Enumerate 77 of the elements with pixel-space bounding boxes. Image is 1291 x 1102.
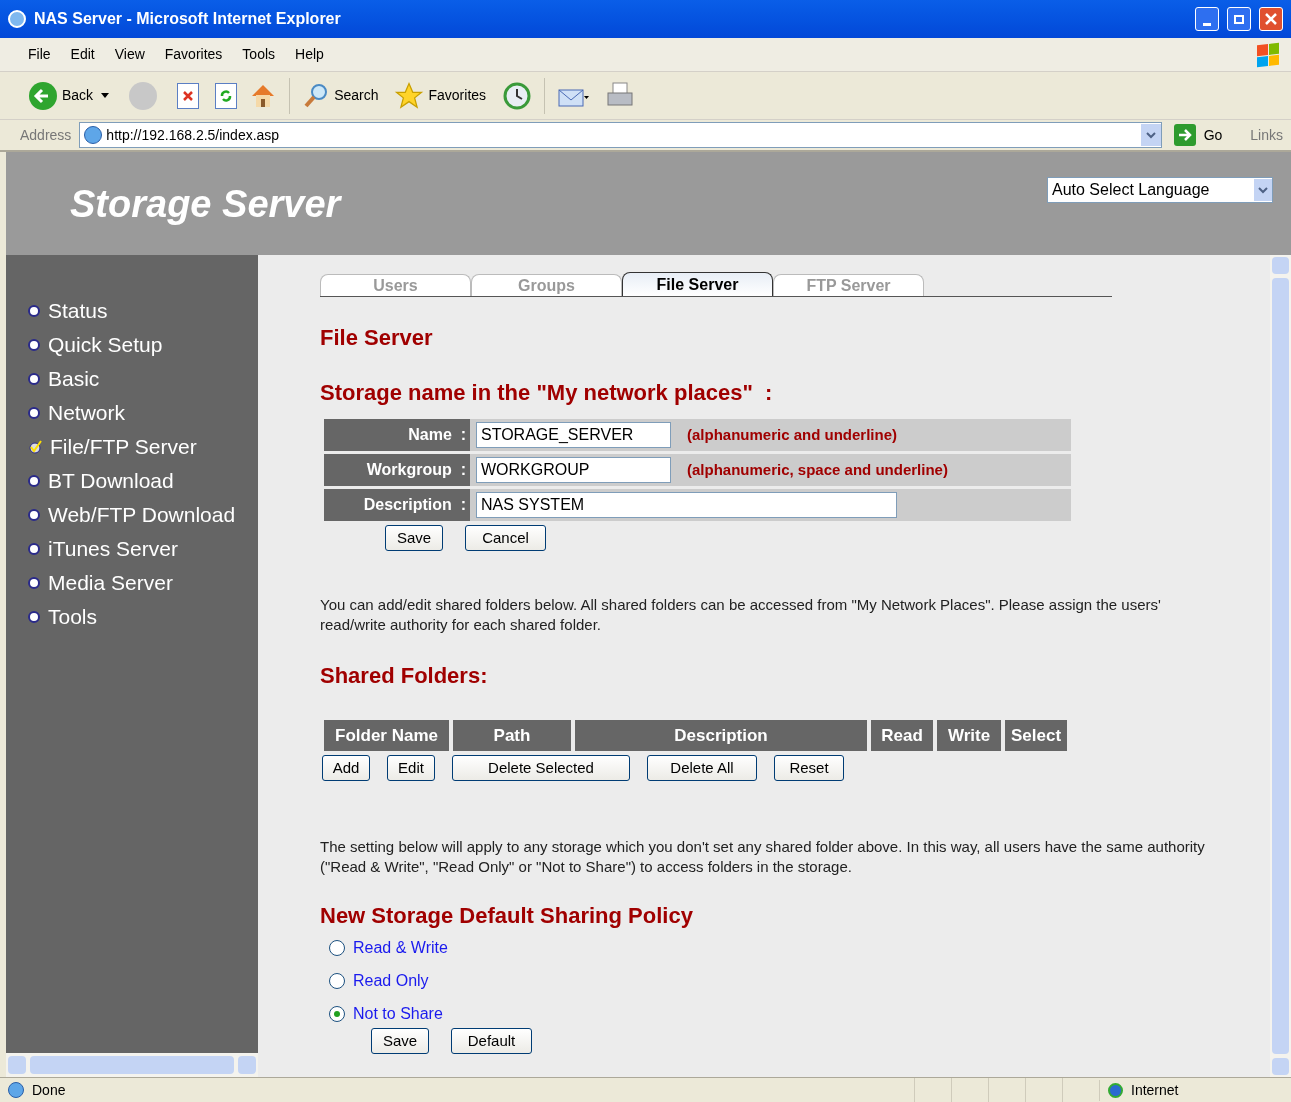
field-hint: (alphanumeric, space and underline) xyxy=(687,459,948,480)
address-label: Address xyxy=(20,125,72,145)
tab[interactable]: File Server xyxy=(622,272,773,296)
column-header: Folder Name xyxy=(324,720,449,751)
column-header: Read xyxy=(871,720,933,751)
language-select[interactable]: Auto Select Language xyxy=(1047,177,1273,203)
search-button[interactable]: Search xyxy=(302,81,379,110)
menu-item[interactable]: Tools xyxy=(242,44,276,65)
table-button[interactable]: Delete All xyxy=(647,755,757,781)
menu-item[interactable]: Edit xyxy=(70,44,95,65)
sidebar-item[interactable]: File/FTP Server xyxy=(28,433,258,461)
menu-item[interactable]: Favorites xyxy=(164,44,223,65)
table-button[interactable]: Delete Selected xyxy=(452,755,630,781)
form-button[interactable]: Save xyxy=(385,525,443,551)
text-field[interactable]: STORAGE_SERVER xyxy=(476,422,671,448)
field-label: Description : xyxy=(324,489,470,521)
window-title: NAS Server - Microsoft Internet Explorer xyxy=(34,9,342,29)
text-field[interactable]: NAS SYSTEM xyxy=(476,492,897,518)
column-header: Path xyxy=(453,720,571,751)
restore-button[interactable] xyxy=(1227,7,1251,31)
menu-item[interactable]: File xyxy=(28,44,51,65)
history-icon[interactable] xyxy=(502,80,533,111)
policy-button[interactable]: Default xyxy=(451,1028,532,1054)
globe-icon xyxy=(1108,1082,1123,1098)
radio-button[interactable] xyxy=(329,1006,345,1022)
status-text: Done xyxy=(32,1080,67,1100)
links-button[interactable]: Links xyxy=(1250,124,1283,146)
sidebar-item[interactable]: Basic xyxy=(28,365,258,393)
table-button[interactable]: Reset xyxy=(774,755,844,781)
radio-button[interactable] xyxy=(329,940,345,956)
section-heading: Shared Folders: xyxy=(320,662,489,690)
column-header: Write xyxy=(937,720,1001,751)
page-heading: File Server xyxy=(320,324,434,352)
sidebar-item[interactable]: Tools xyxy=(28,603,258,631)
policy-button[interactable]: Save xyxy=(371,1028,429,1054)
shared-folders-description: You can add/edit shared folders below. All shared folders can be accessed from "My Network Places". Please assign the users' read/write authority for each shared folder. xyxy=(320,595,1162,635)
site-title: Storage Server xyxy=(70,182,341,227)
star-icon xyxy=(394,80,425,111)
stop-icon[interactable] xyxy=(177,82,200,109)
field-label: Name : xyxy=(324,419,470,451)
section-heading: Storage name in the "My network places" : xyxy=(320,379,774,407)
text-field[interactable]: WORKGROUP xyxy=(476,457,671,483)
table-button[interactable]: Add xyxy=(322,755,370,781)
go-button[interactable]: Go xyxy=(1173,124,1223,146)
column-header: Description xyxy=(575,720,867,751)
sidebar-item[interactable]: BT Download xyxy=(28,467,258,495)
form-button[interactable]: Cancel xyxy=(465,525,546,551)
refresh-icon[interactable] xyxy=(215,82,238,109)
column-header: Select xyxy=(1005,720,1067,751)
radio-option[interactable]: Read & Write xyxy=(329,936,1254,960)
radio-option[interactable]: Read Only xyxy=(329,969,1254,993)
radio-button[interactable] xyxy=(329,973,345,989)
horizontal-scrollbar[interactable] xyxy=(6,1053,258,1077)
policy-description: The setting below will apply to any storage which you don't set any shared folder above. In this way, all users have the same authority ("Read & Write", "Read Only" or "Not to Share") to access folders in the storage. xyxy=(320,837,1206,877)
table-button[interactable]: Edit xyxy=(387,755,435,781)
vertical-scrollbar[interactable] xyxy=(1270,255,1291,1077)
favorites-button[interactable]: Favorites xyxy=(394,80,487,111)
minimize-button[interactable] xyxy=(1195,7,1219,31)
sidebar-item[interactable]: Quick Setup xyxy=(28,331,258,359)
menu-item[interactable]: View xyxy=(114,44,145,65)
zone-text: Internet xyxy=(1131,1080,1179,1100)
address-field[interactable]: http://192.168.2.5/index.asp xyxy=(79,122,1162,148)
sidebar-item[interactable]: Status xyxy=(28,297,258,325)
caret-icon xyxy=(101,93,110,98)
menu-item[interactable]: Help xyxy=(295,44,324,65)
field-label: Workgroup : xyxy=(324,454,470,486)
close-icon xyxy=(1264,12,1278,26)
sidebar-item[interactable]: iTunes Server xyxy=(28,535,258,563)
back-button[interactable]: Back xyxy=(28,80,110,111)
windows-logo-icon xyxy=(1257,42,1279,67)
sidebar-item[interactable]: Media Server xyxy=(28,569,258,597)
sidebar-item[interactable]: Network xyxy=(28,399,258,427)
field-hint: (alphanumeric and underline) xyxy=(687,424,898,445)
radio-option[interactable]: Not to Share xyxy=(329,1002,1254,1026)
section-heading: New Storage Default Sharing Policy xyxy=(320,902,694,930)
sidebar-item[interactable]: Web/FTP Download xyxy=(28,501,258,529)
close-button[interactable] xyxy=(1259,7,1283,31)
